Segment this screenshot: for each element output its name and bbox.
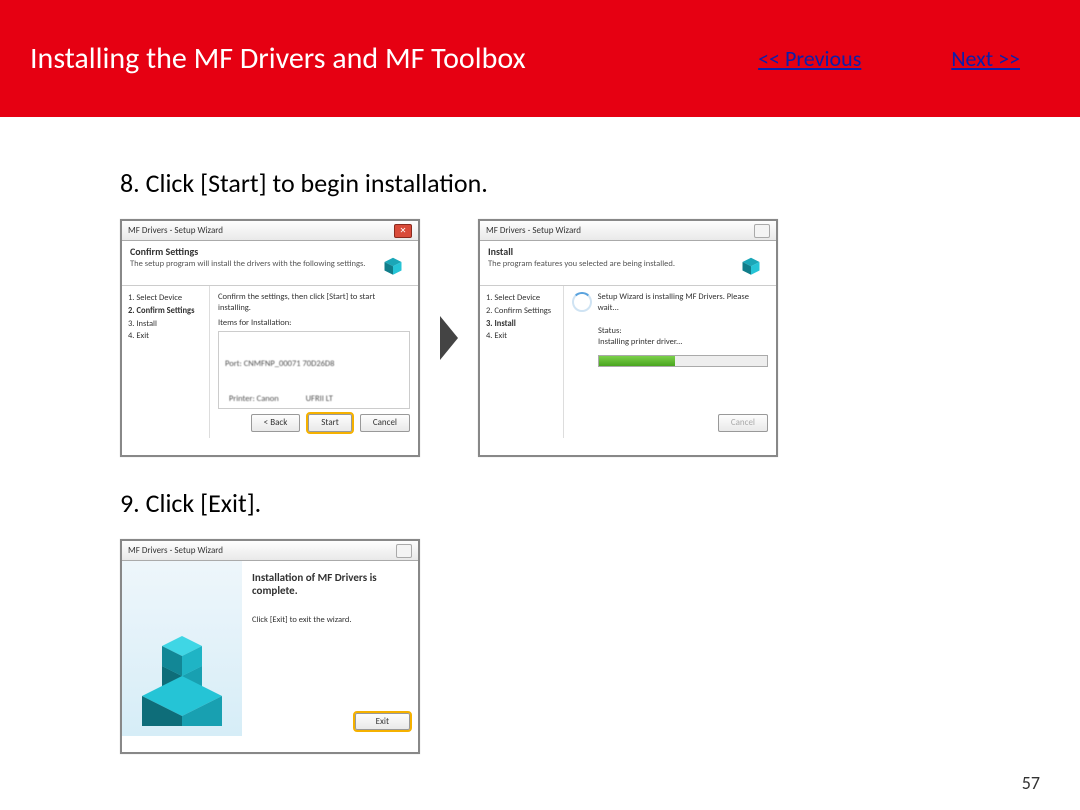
wizard-step: 1. Select Device — [128, 292, 203, 305]
wizard-step: 3. Install — [128, 318, 203, 331]
step-8-row: MF Drivers - Setup Wizard ✕ Confirm Sett… — [120, 219, 960, 457]
step-9-heading: 9. Click [Exit]. — [120, 487, 960, 519]
confirm-settings-dialog: MF Drivers - Setup Wizard ✕ Confirm Sett… — [120, 219, 420, 457]
wizard-step: 2. Confirm Settings — [486, 305, 557, 318]
progress-bar — [598, 355, 768, 367]
dialog-main: Confirm the settings, then click [Start]… — [210, 286, 418, 438]
close-icon[interactable] — [754, 224, 770, 238]
title-bar: MF Drivers - Setup Wizard — [122, 541, 418, 561]
button-row: < Back Start Cancel — [251, 414, 410, 432]
complete-heading: Installation of MF Drivers is complete. — [252, 571, 408, 597]
section-band: Install The program features you selecte… — [480, 241, 776, 286]
items-listbox[interactable]: Port: CNMFNP_00071 70D26D8 Printer: Cano… — [218, 331, 410, 409]
wizard-steps-sidebar: 1. Select Device 2. Confirm Settings 3. … — [122, 286, 210, 438]
items-label: Items for Installation: — [218, 318, 410, 329]
section-title: Confirm Settings — [130, 245, 368, 258]
cube-icon — [734, 245, 768, 279]
hero-panel — [122, 561, 242, 736]
list-item: Printer: Canon UFRII LT — [225, 394, 403, 405]
section-title: Install — [488, 245, 726, 258]
window-title: MF Drivers - Setup Wizard — [486, 225, 581, 236]
wizard-step: 3. Install — [486, 318, 557, 331]
start-button[interactable]: Start — [308, 414, 352, 432]
spinner-icon — [572, 292, 592, 312]
window-title: MF Drivers - Setup Wizard — [128, 225, 223, 236]
cube-icon — [376, 245, 410, 279]
previous-link[interactable]: << Previous — [758, 45, 861, 72]
cancel-button[interactable]: Cancel — [360, 414, 410, 432]
dialog-body: 1. Select Device 2. Confirm Settings 3. … — [480, 286, 776, 438]
wizard-steps-sidebar: 1. Select Device 2. Confirm Settings 3. … — [480, 286, 564, 438]
content-area: 8. Click [Start] to begin installation. … — [0, 117, 1080, 754]
dialog-body: Installation of MF Drivers is complete. … — [122, 561, 418, 736]
back-button[interactable]: < Back — [251, 414, 301, 432]
dialog-body: 1. Select Device 2. Confirm Settings 3. … — [122, 286, 418, 438]
section-subtitle: The setup program will install the drive… — [130, 259, 368, 269]
button-row: Exit — [355, 713, 410, 730]
page-number: 57 — [1022, 772, 1040, 794]
button-row: Cancel — [718, 414, 768, 432]
dialog-main: Setup Wizard is installing MF Drivers. P… — [564, 286, 776, 438]
nav-links: << Previous Next >> — [758, 45, 1020, 72]
page: Installing the MF Drivers and MF Toolbox… — [0, 0, 1080, 810]
status-text: Installing printer driver... — [598, 337, 768, 348]
wizard-step: 4. Exit — [128, 330, 203, 343]
exit-button[interactable]: Exit — [355, 713, 410, 730]
arrow-right-icon — [440, 316, 458, 360]
wizard-step: 1. Select Device — [486, 292, 557, 305]
title-bar: MF Drivers - Setup Wizard ✕ — [122, 221, 418, 241]
install-complete-dialog: MF Drivers - Setup Wizard — [120, 539, 420, 754]
close-icon[interactable] — [396, 544, 412, 558]
page-title: Installing the MF Drivers and MF Toolbox — [30, 40, 526, 77]
window-title: MF Drivers - Setup Wizard — [128, 545, 223, 556]
section-band: Confirm Settings The setup program will … — [122, 241, 418, 286]
step-8-heading: 8. Click [Start] to begin installation. — [120, 167, 960, 199]
page-header: Installing the MF Drivers and MF Toolbox… — [0, 0, 1080, 117]
complete-sub: Click [Exit] to exit the wizard. — [252, 615, 408, 625]
install-progress-dialog: MF Drivers - Setup Wizard Install The pr… — [478, 219, 778, 457]
dialog-main: Installation of MF Drivers is complete. … — [242, 561, 418, 736]
status-label: Status: — [598, 326, 768, 337]
section-subtitle: The program features you selected are be… — [488, 259, 726, 269]
install-message: Setup Wizard is installing MF Drivers. P… — [598, 292, 768, 315]
wizard-step: 4. Exit — [486, 330, 557, 343]
instruction-text: Confirm the settings, then click [Start]… — [218, 292, 410, 315]
wizard-step: 2. Confirm Settings — [128, 305, 203, 318]
title-bar: MF Drivers - Setup Wizard — [480, 221, 776, 241]
cancel-button[interactable]: Cancel — [718, 414, 768, 432]
next-link[interactable]: Next >> — [951, 45, 1020, 72]
close-icon[interactable]: ✕ — [394, 224, 412, 238]
list-item: Port: CNMFNP_00071 70D26D8 — [225, 359, 403, 370]
cube-stack-icon — [142, 616, 222, 726]
